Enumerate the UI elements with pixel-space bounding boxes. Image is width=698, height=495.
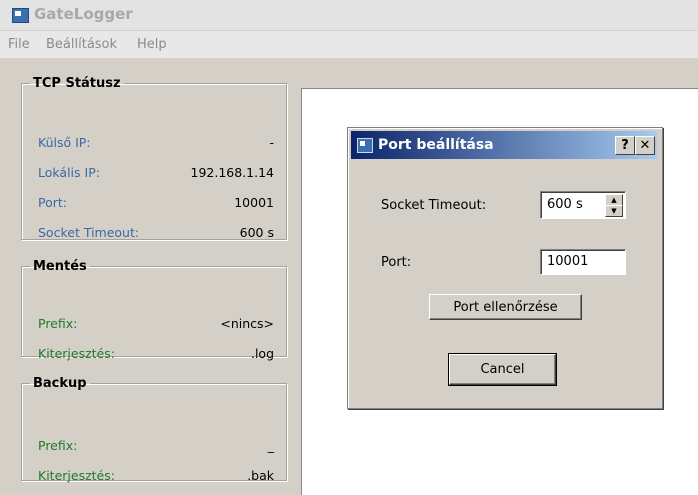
mentes-group: Mentés Prefix: <nincs> Kiterjesztés: .lo… <box>21 259 287 361</box>
help-button[interactable]: ? <box>615 136 635 155</box>
spin-down-arrow-icon[interactable]: ▼ <box>605 205 623 217</box>
local-ip-label: Lokális IP: <box>38 165 100 180</box>
port-field-label: Port: <box>381 255 412 270</box>
port-label: Port: <box>38 195 67 210</box>
mentes-row-extension: Kiterjesztés: .log <box>38 346 274 364</box>
socket-timeout-input-value[interactable]: 600 s <box>547 197 583 212</box>
mentes-prefix-value: <nincs> <box>220 316 274 331</box>
dialog-app-icon <box>357 138 373 153</box>
menu-settings[interactable]: Beállítások <box>46 37 117 52</box>
window-titlebar: GateLogger <box>0 0 698 31</box>
dialog-title: Port beállítása <box>378 137 494 153</box>
app-icon <box>12 8 29 23</box>
mentes-legend: Mentés <box>33 259 87 274</box>
backup-extension-label: Kiterjesztés: <box>38 468 115 483</box>
port-input-value[interactable]: 10001 <box>547 254 588 269</box>
socket-timeout-field-label: Socket Timeout: <box>381 198 487 213</box>
port-value: 10001 <box>234 195 274 210</box>
local-ip-value: 192.168.1.14 <box>190 165 275 180</box>
mentes-row-prefix: Prefix: <nincs> <box>38 316 274 334</box>
cancel-button[interactable]: Cancel <box>448 353 557 386</box>
socket-timeout-label: Socket Timeout: <box>38 225 140 240</box>
close-button[interactable]: ✕ <box>635 136 655 155</box>
external-ip-label: Külső IP: <box>38 135 91 150</box>
external-ip-value: - <box>269 135 274 150</box>
tcp-row-external-ip: Külső IP: - <box>38 135 274 153</box>
port-settings-dialog: Port beállítása ? ✕ Socket Timeout: 600 … <box>347 127 663 409</box>
backup-row-extension: Kiterjesztés: .bak <box>38 468 274 486</box>
backup-prefix-value: _ <box>267 438 274 453</box>
menubar: File Beállítások Help <box>0 31 698 58</box>
port-input[interactable]: 10001 <box>540 249 626 275</box>
tcp-row-port: Port: 10001 <box>38 195 274 213</box>
backup-group: Backup Prefix: _ Kiterjesztés: .bak <box>21 376 287 483</box>
tcp-status-group: TCP Státusz Külső IP: - Lokális IP: 192.… <box>21 76 287 240</box>
mentes-extension-label: Kiterjesztés: <box>38 346 115 361</box>
backup-extension-value: .bak <box>247 468 274 483</box>
status-panel: TCP Státusz Külső IP: - Lokális IP: 192.… <box>0 58 296 494</box>
mentes-extension-value: .log <box>250 346 274 361</box>
tcp-row-local-ip: Lokális IP: 192.168.1.14 <box>38 165 274 183</box>
mentes-prefix-label: Prefix: <box>38 316 78 331</box>
socket-timeout-value: 600 s <box>239 225 274 240</box>
backup-row-prefix: Prefix: _ <box>38 438 274 456</box>
socket-timeout-spinbox[interactable]: 600 s ▲ ▼ <box>540 191 626 219</box>
backup-prefix-label: Prefix: <box>38 438 78 453</box>
tcp-row-socket-timeout: Socket Timeout: 600 s <box>38 225 274 243</box>
menu-file[interactable]: File <box>8 37 30 52</box>
window-title: GateLogger <box>34 5 133 23</box>
menu-help[interactable]: Help <box>137 37 167 52</box>
backup-legend: Backup <box>33 376 87 391</box>
tcp-status-legend: TCP Státusz <box>33 76 121 91</box>
check-port-button[interactable]: Port ellenőrzése <box>429 294 582 320</box>
dialog-titlebar[interactable]: Port beállítása ? ✕ <box>351 131 657 159</box>
